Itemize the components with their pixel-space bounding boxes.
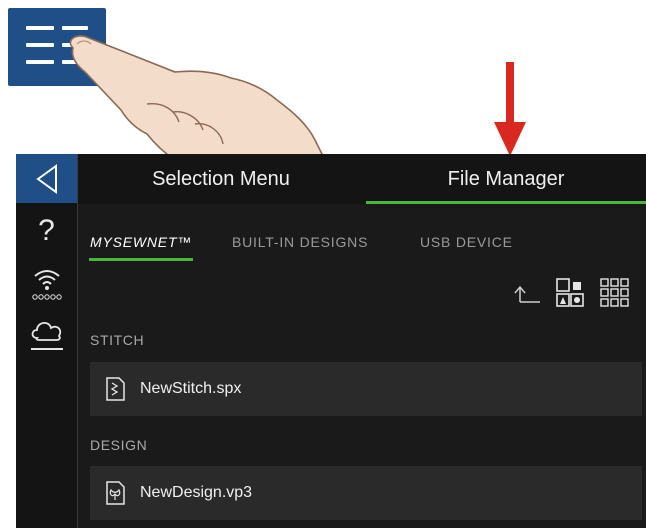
top-tab-bar: Selection Menu File Manager (78, 154, 646, 204)
cloud-icon (30, 322, 63, 350)
large-icon-view-icon[interactable] (556, 278, 584, 308)
folder-up-icon[interactable] (512, 282, 542, 308)
hand-pointer-icon (69, 35, 326, 160)
help-button[interactable]: ? (16, 214, 77, 248)
section-label-design: DESIGN (90, 437, 148, 453)
wifi-icon (31, 270, 62, 300)
file-name: NewDesign.vp3 (140, 484, 253, 501)
file-row[interactable]: NewStitch.spx (90, 362, 642, 416)
pointer-arrow-icon (494, 62, 526, 156)
subtab-built-in-designs[interactable]: BUILT-IN DESIGNS (232, 234, 368, 250)
tab-file-manager[interactable]: File Manager (366, 154, 646, 204)
cloud-button[interactable] (16, 312, 77, 356)
back-button[interactable] (16, 154, 77, 203)
subtab-usb-device[interactable]: USB DEVICE (420, 234, 513, 250)
device-screen: ? Selection Menu File Manager MYSEWNET™ … (16, 154, 646, 528)
wifi-button[interactable] (16, 264, 77, 302)
tab-selection-menu[interactable]: Selection Menu (78, 154, 364, 204)
stitch-file-icon (106, 377, 125, 401)
file-name: NewStitch.spx (140, 380, 242, 397)
sidebar: ? (16, 154, 78, 528)
back-arrow-icon (35, 163, 57, 194)
subtab-active-indicator (89, 258, 193, 261)
design-file-icon (106, 481, 125, 505)
help-icon: ? (38, 214, 55, 247)
subtab-mysewnet[interactable]: MYSEWNET™ (90, 234, 192, 250)
list-grid-view-icon[interactable] (600, 278, 630, 308)
section-label-stitch: STITCH (90, 332, 145, 348)
file-row[interactable]: NewDesign.vp3 (90, 466, 642, 520)
